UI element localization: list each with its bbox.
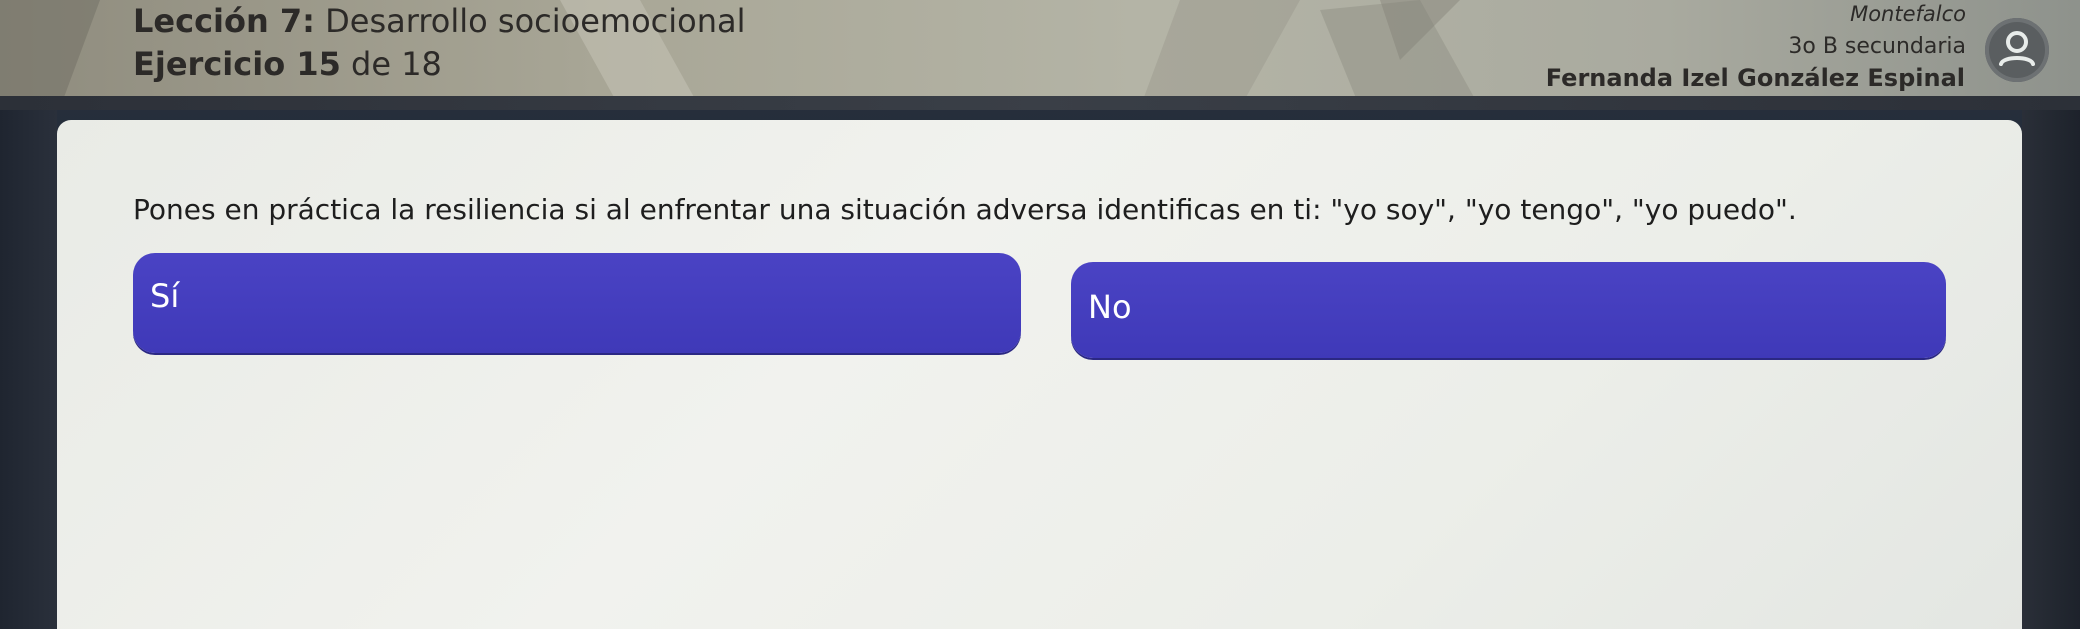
question-text: Pones en práctica la resiliencia si al e…: [133, 193, 1797, 226]
screen-edge-left: [0, 100, 57, 629]
student-name: Fernanda Izel González Espinal: [1545, 64, 1965, 92]
user-avatar-icon[interactable]: [1985, 18, 2049, 82]
school-name: Montefalco: [1850, 2, 1966, 26]
answer-option-no[interactable]: No: [1071, 262, 1946, 358]
screen-edge-right: [2022, 100, 2080, 629]
lesson-header: Lección 7: Desarrollo socioemocional Eje…: [0, 0, 2080, 108]
answer-option-label: Sí: [150, 277, 180, 315]
app-screen: Lección 7: Desarrollo socioemocional Eje…: [0, 0, 2080, 629]
answer-option-si[interactable]: Sí: [133, 253, 1021, 353]
header-divider: [0, 96, 2080, 110]
answer-option-label: No: [1088, 288, 1132, 326]
lesson-title: Lección 7: Desarrollo socioemocional: [133, 2, 746, 40]
grade-label: 3o B secundaria: [1788, 34, 1966, 59]
exercise-counter: Ejercicio 15 de 18: [133, 45, 442, 83]
